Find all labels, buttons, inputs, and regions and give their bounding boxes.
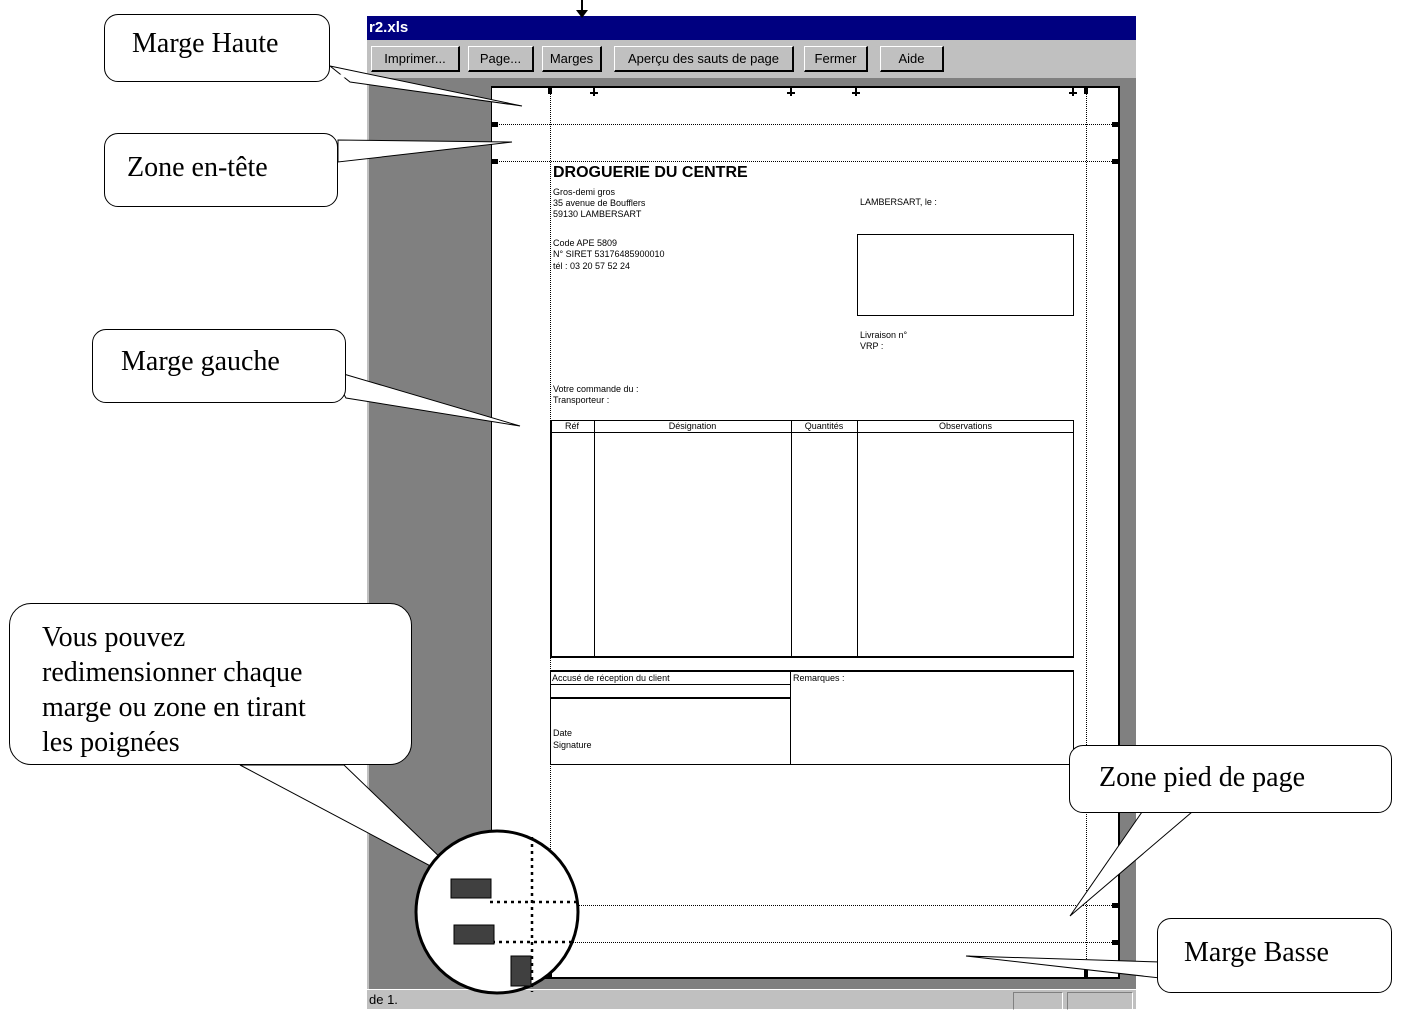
callout-label: Zone pied de page — [1099, 762, 1306, 793]
callout-label: Marge Basse — [1184, 937, 1329, 968]
zoom-handle — [510, 955, 532, 987]
zoom-handle — [453, 924, 495, 945]
callout-bottom-margin: Marge Basse — [1157, 918, 1392, 993]
callout-footer-zone: Zone pied de page — [1069, 745, 1392, 813]
callout-line: marge ou zone en tirant — [42, 692, 306, 723]
callout-tail — [965, 955, 1161, 979]
callout-tail — [1069, 811, 1194, 917]
zoom-circle — [414, 829, 580, 995]
callout-left-margin: Marge gauche — [92, 329, 346, 403]
callout-tail — [329, 65, 523, 107]
callout-resize-tip: Vous pouvez redimensionner chaque marge … — [9, 603, 412, 765]
callout-line: redimensionner chaque — [42, 657, 303, 688]
callout-line: les poignées — [42, 727, 180, 758]
pointer-arrow — [576, 10, 588, 18]
callout-top-margin: Marge Haute — [104, 14, 330, 82]
callout-header-zone: Zone en-tête — [104, 133, 338, 207]
zoom-handle — [450, 878, 492, 899]
callout-label: Marge gauche — [121, 346, 280, 377]
callout-tail — [328, 369, 521, 427]
callout-label: Zone en-tête — [127, 152, 268, 183]
callout-line: Vous pouvez — [42, 622, 186, 653]
callout-tail — [337, 139, 513, 163]
callout-label: Marge Haute — [132, 28, 279, 59]
